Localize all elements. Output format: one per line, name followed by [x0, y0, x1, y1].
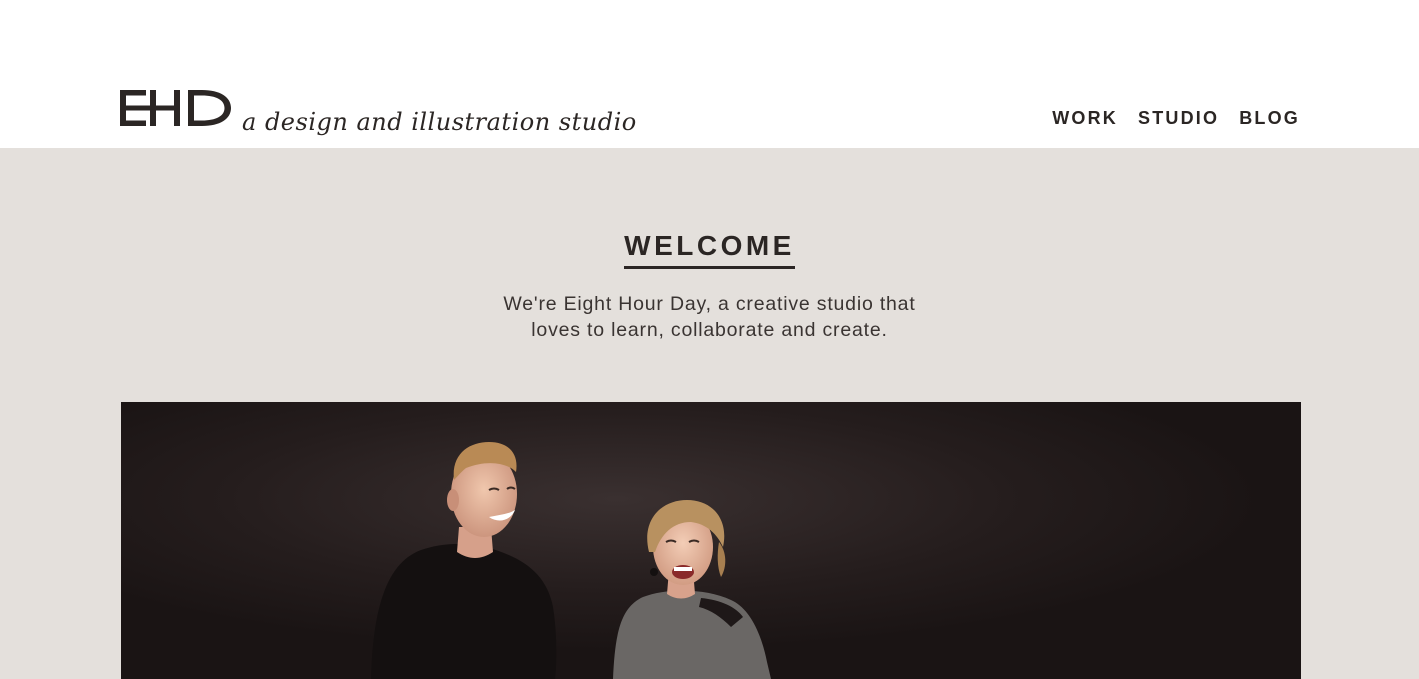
site-header: a design and illustration studio WORK ST… [0, 0, 1419, 148]
team-photo [121, 402, 1301, 679]
welcome-heading: WELCOME [624, 230, 795, 269]
page: a design and illustration studio WORK ST… [0, 0, 1419, 679]
team-photo-illustration [121, 402, 1301, 679]
hero-section: WELCOME We're Eight Hour Day, a creative… [0, 148, 1419, 679]
tagline: a design and illustration studio [242, 108, 637, 136]
nav-item-work[interactable]: WORK [1052, 108, 1118, 129]
ehd-logo-mark [120, 90, 231, 126]
intro-text: We're Eight Hour Day, a creative studio … [0, 291, 1419, 343]
nav-item-blog[interactable]: BLOG [1239, 108, 1300, 129]
intro-line-2: loves to learn, collaborate and create. [531, 319, 888, 341]
intro-line-1: We're Eight Hour Day, a creative studio … [503, 293, 916, 315]
ehd-logo [120, 88, 232, 128]
nav-item-studio[interactable]: STUDIO [1138, 108, 1219, 129]
logo-link[interactable]: a design and illustration studio [120, 88, 637, 136]
welcome-heading-wrap: WELCOME [0, 230, 1419, 269]
main-nav: WORK STUDIO BLOG [1052, 108, 1300, 129]
